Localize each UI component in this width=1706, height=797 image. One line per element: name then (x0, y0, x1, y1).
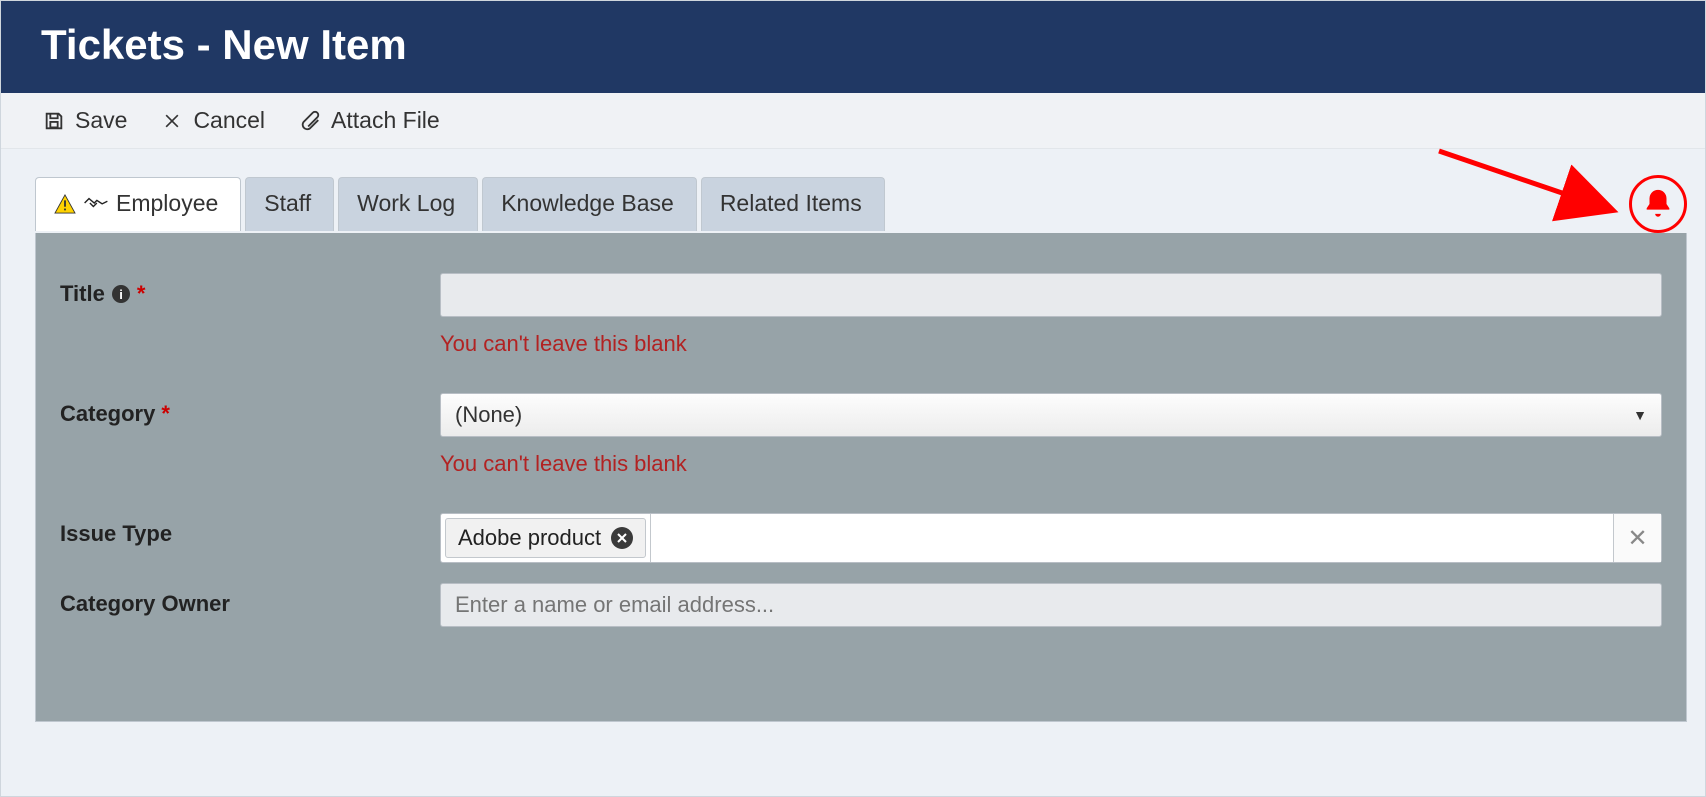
tab-related[interactable]: Related Items (701, 177, 885, 231)
save-icon (43, 110, 65, 132)
issue-type-field[interactable]: Adobe product ✕ (440, 513, 1662, 563)
page-header: Tickets - New Item (1, 1, 1705, 93)
tab-kb-label: Knowledge Base (501, 190, 674, 217)
issue-type-tag-label: Adobe product (458, 525, 601, 551)
required-marker: * (137, 281, 146, 307)
close-icon (161, 110, 183, 132)
page-title: Tickets - New Item (41, 21, 1665, 69)
save-button[interactable]: Save (43, 107, 127, 134)
cancel-label: Cancel (193, 107, 265, 134)
tab-worklog[interactable]: Work Log (338, 177, 478, 231)
issue-type-label: Issue Type (60, 521, 172, 547)
tab-worklog-label: Work Log (357, 190, 455, 217)
tab-related-label: Related Items (720, 190, 862, 217)
title-input[interactable] (440, 273, 1662, 317)
svg-text:i: i (119, 287, 123, 302)
attach-label: Attach File (331, 107, 440, 134)
warning-icon (54, 194, 76, 214)
tab-kb[interactable]: Knowledge Base (482, 177, 697, 231)
form-panel: Title i * You can't leave this blank Cat… (35, 233, 1687, 722)
title-error: You can't leave this blank (440, 331, 1662, 357)
toolbar: Save Cancel Attach File (1, 93, 1705, 149)
tabs: Employee Staff Work Log Knowledge Base R… (35, 175, 1687, 233)
issue-type-input[interactable] (650, 514, 1613, 562)
tab-employee[interactable]: Employee (35, 177, 241, 231)
notifications-bell-button[interactable] (1629, 175, 1687, 233)
category-select[interactable]: (None) ▼ (440, 393, 1662, 437)
category-label: Category (60, 401, 155, 427)
title-label: Title (60, 281, 105, 307)
clear-issue-type-button[interactable]: ✕ (1613, 514, 1661, 562)
tab-staff[interactable]: Staff (245, 177, 334, 231)
category-value: (None) (455, 402, 522, 428)
attach-file-button[interactable]: Attach File (299, 107, 440, 134)
category-error: You can't leave this blank (440, 451, 1662, 477)
chevron-down-icon: ▼ (1633, 407, 1647, 423)
tab-employee-label: Employee (116, 190, 218, 217)
category-owner-input[interactable] (440, 583, 1662, 627)
category-owner-label: Category Owner (60, 591, 230, 617)
cancel-button[interactable]: Cancel (161, 107, 265, 134)
annotation-arrow (1429, 141, 1629, 231)
required-marker: * (161, 401, 170, 427)
issue-type-tag: Adobe product (445, 518, 646, 558)
handshake-icon (82, 194, 110, 214)
save-label: Save (75, 107, 127, 134)
tab-staff-label: Staff (264, 190, 311, 217)
paperclip-icon (299, 110, 321, 132)
info-icon: i (111, 284, 131, 304)
remove-tag-button[interactable] (611, 527, 633, 549)
